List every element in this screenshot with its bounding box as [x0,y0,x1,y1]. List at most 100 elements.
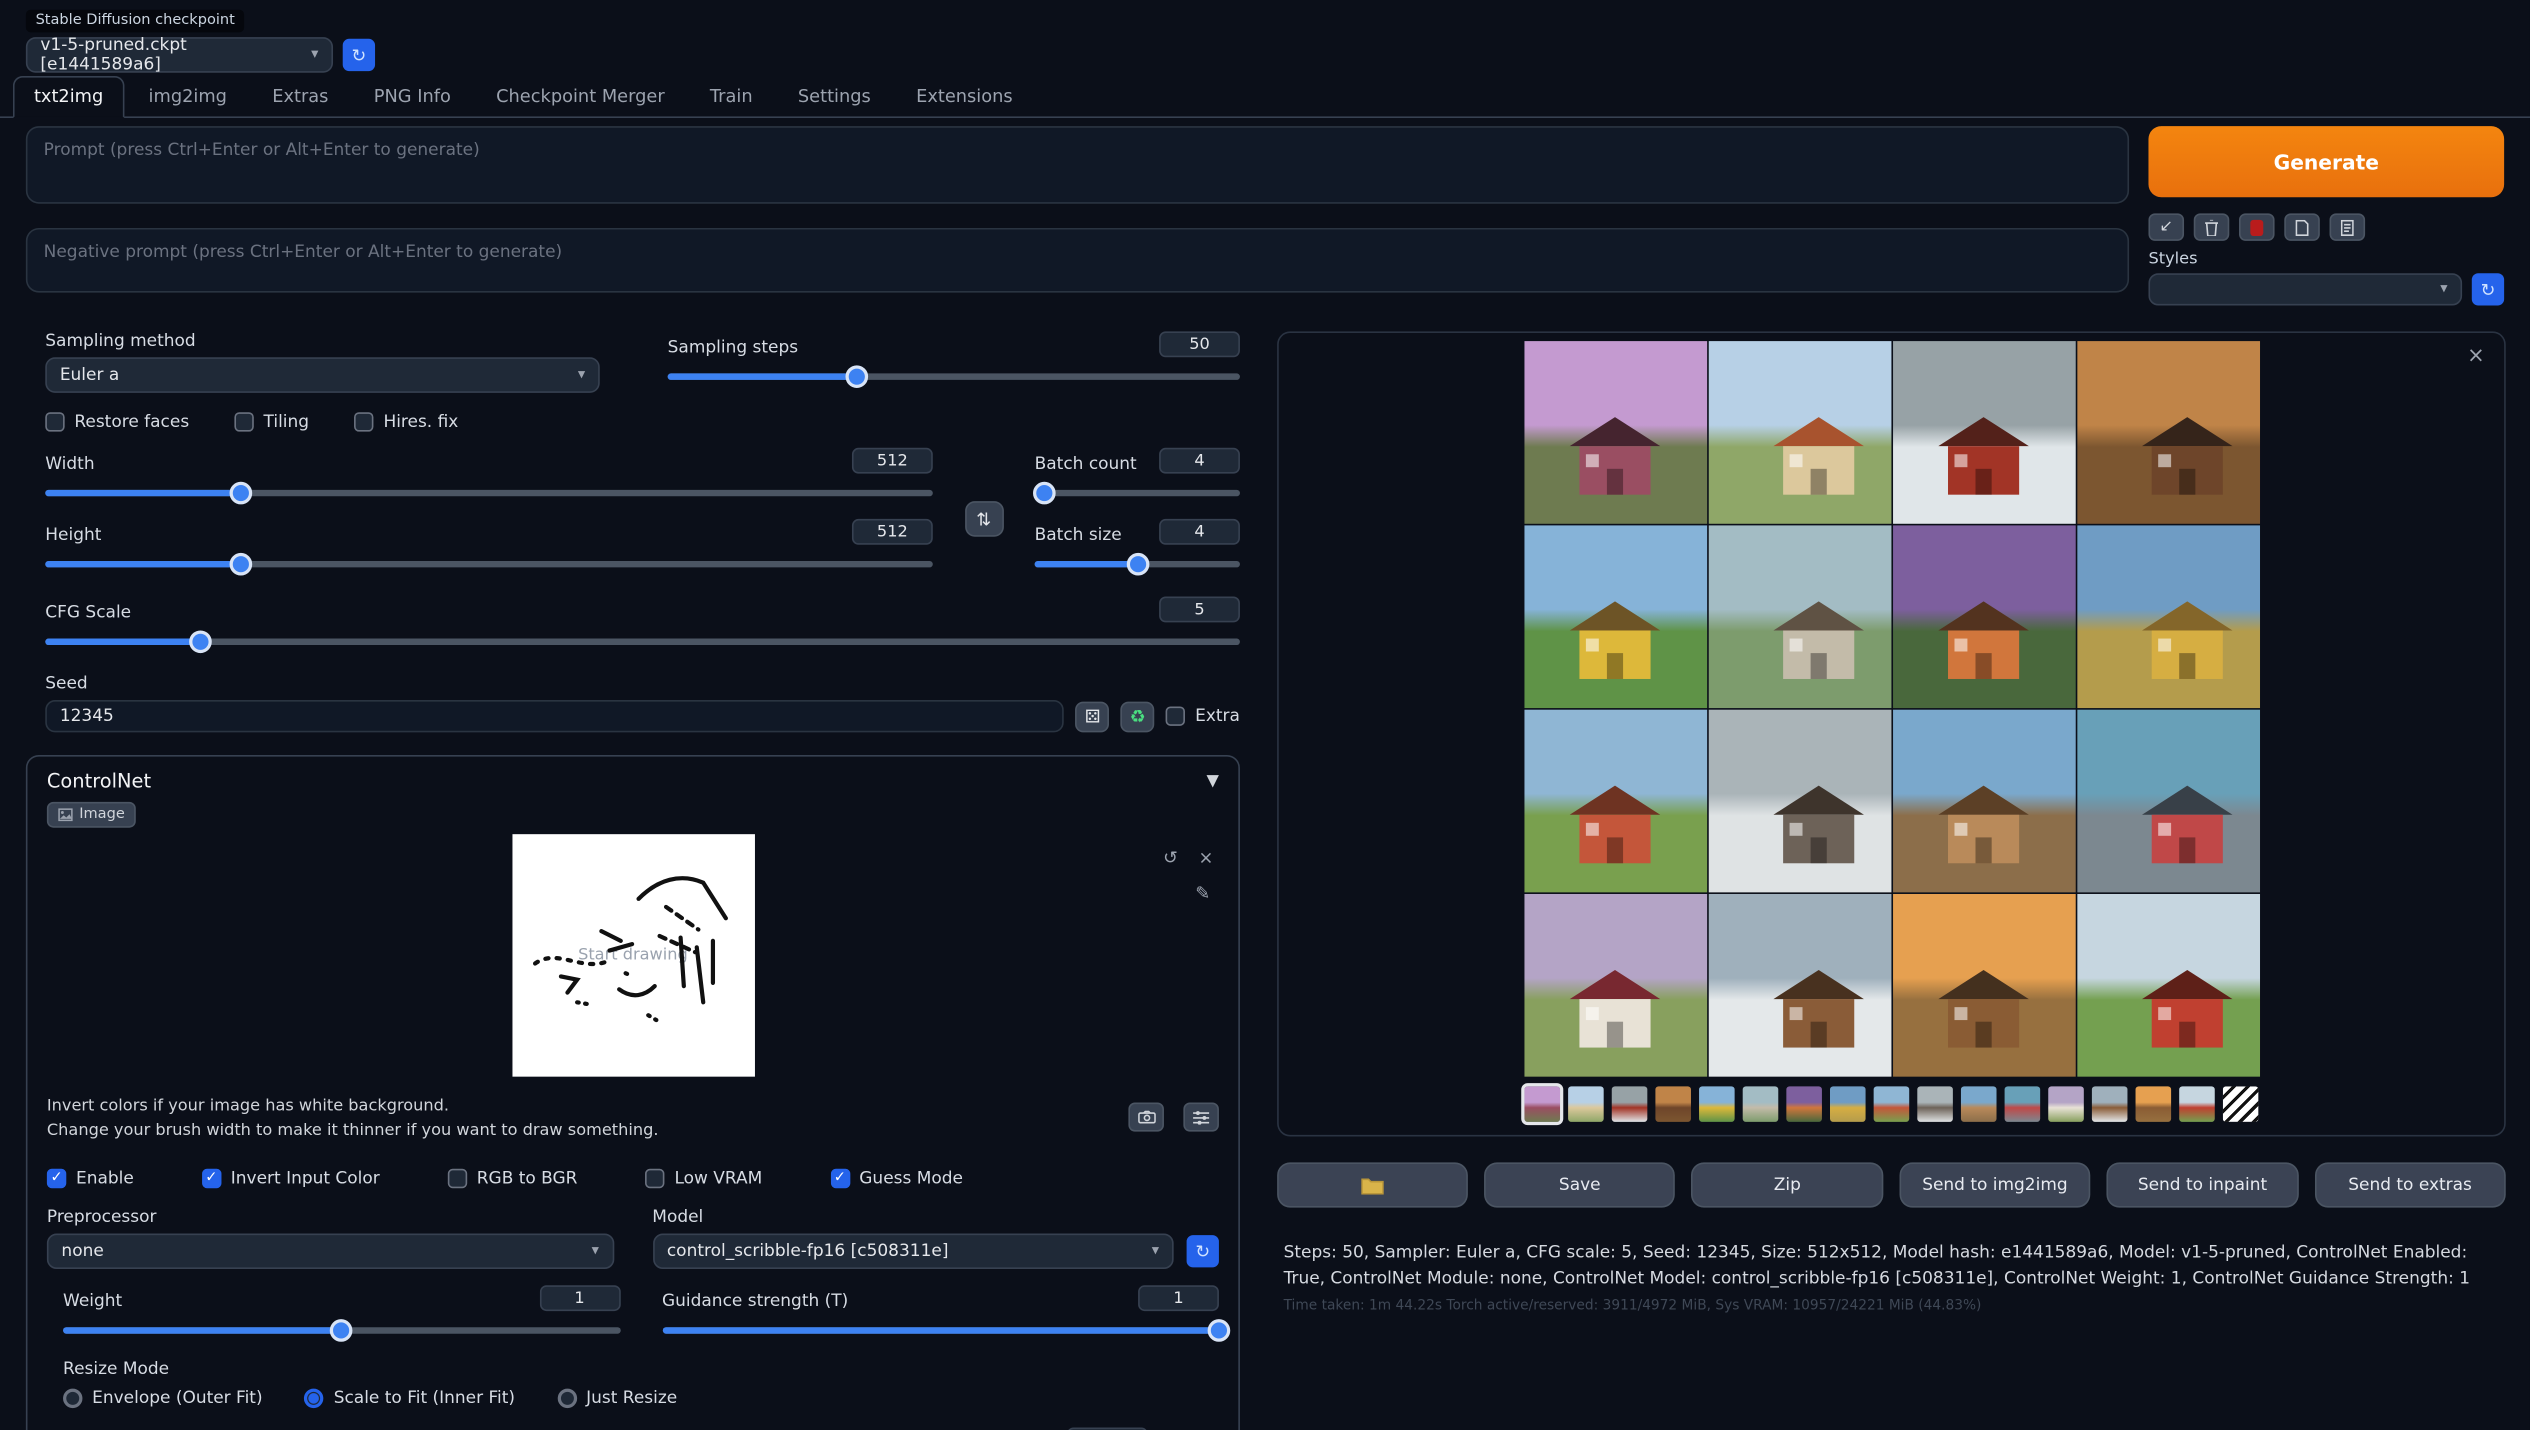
slider-handle[interactable] [1126,553,1149,576]
resize-option-envelope-outer-fit[interactable]: Envelope (Outer Fit) [63,1389,263,1408]
gallery-thumbnail-13[interactable] [2047,1086,2083,1122]
gallery-thumbnail-1[interactable] [1524,1086,1560,1122]
option-tiling-checkbox[interactable]: Tiling [234,412,309,431]
gallery-image-4[interactable] [2077,341,2260,524]
controlnet-image-tab[interactable]: Image [47,802,136,828]
checkbox[interactable] [448,1169,467,1188]
sampling-method-dropdown[interactable]: Euler a ▾ [45,357,599,393]
gallery-thumbnail-8[interactable] [1829,1086,1865,1122]
gallery-image-6[interactable] [1708,525,1891,708]
show-extra-networks-button[interactable] [2239,213,2275,240]
height-slider[interactable] [45,551,933,577]
gallery-image-2[interactable] [1708,341,1891,524]
tab-checkpoint-merger[interactable]: Checkpoint Merger [475,76,686,116]
clear-canvas-button[interactable]: × [1193,844,1219,870]
save-style-button[interactable] [2330,213,2366,240]
option-hires-fix-checkbox[interactable]: Hires. fix [354,412,458,431]
send-to-inpaint-button[interactable]: Send to inpaint [2107,1162,2298,1207]
height-value[interactable]: 512 [852,519,933,545]
zip-button[interactable]: Zip [1692,1162,1883,1207]
gallery-image-13[interactable] [1524,894,1707,1077]
checkbox[interactable] [645,1169,664,1188]
seed-extra-checkbox[interactable]: Extra [1166,706,1240,725]
swap-width-height-button[interactable]: ⇅ [964,501,1003,537]
cfg-scale-value[interactable]: 5 [1159,597,1240,623]
gallery-thumbnail-9[interactable] [1873,1086,1909,1122]
tab-extras[interactable]: Extras [251,76,349,116]
refresh-checkpoint-button[interactable]: ↻ [343,39,375,71]
generate-button[interactable]: Generate [2148,126,2504,197]
checkbox[interactable] [234,412,253,431]
batch-count-value[interactable]: 4 [1159,448,1240,474]
negative-prompt-input[interactable] [26,228,2129,293]
send-to-extras-button[interactable]: Send to extras [2314,1162,2505,1207]
refresh-models-button[interactable]: ↻ [1187,1235,1219,1267]
styles-dropdown[interactable]: ▾ [2148,273,2462,305]
gallery-image-9[interactable] [1524,710,1707,893]
tab-txt2img[interactable]: txt2img [13,76,124,118]
checkpoint-dropdown[interactable]: v1-5-pruned.ckpt [e1441589a6] ▾ [26,37,333,73]
gallery-image-10[interactable] [1708,710,1891,893]
slider-handle[interactable] [229,482,252,505]
cn-rgb-to-bgr-checkbox[interactable]: RGB to BGR [448,1169,578,1188]
slider-handle[interactable] [330,1319,353,1342]
gallery-thumbnail-14[interactable] [2091,1086,2127,1122]
gallery-image-16[interactable] [2077,894,2260,1077]
gallery-image-15[interactable] [1892,894,2075,1077]
gallery-thumbnail-12[interactable] [2004,1086,2040,1122]
checkbox[interactable] [45,412,64,431]
batch-count-slider[interactable] [1035,480,1240,506]
clear-prompt-button[interactable] [2194,213,2230,240]
model-dropdown[interactable]: control_scribble-fp16 [c508311e] ▾ [652,1233,1173,1269]
seed-input[interactable] [45,700,1064,732]
width-slider[interactable] [45,480,933,506]
slider-handle[interactable] [189,630,212,653]
controlnet-draw-canvas[interactable]: Start drawing [512,834,754,1076]
gallery-thumbnail-4[interactable] [1655,1086,1691,1122]
cn-guess-mode-checkbox[interactable]: ✓Guess Mode [830,1169,963,1188]
guidance-strength-value[interactable]: 1 [1138,1285,1219,1311]
sampling-steps-value[interactable]: 50 [1159,331,1240,357]
checkbox[interactable]: ✓ [830,1169,849,1188]
paste-params-button[interactable]: ↙ [2148,213,2184,240]
open-folder-button[interactable] [1277,1162,1468,1207]
draw-mode-button[interactable]: ✎ [1190,879,1216,905]
gallery-thumbnail-3[interactable] [1611,1086,1647,1122]
brush-width-button[interactable] [1183,1103,1219,1132]
gallery-thumbnail-5[interactable] [1698,1086,1734,1122]
reuse-seed-button[interactable]: ♻ [1121,701,1155,732]
cn-invert-input-color-checkbox[interactable]: ✓Invert Input Color [202,1169,380,1188]
checkbox[interactable] [354,412,373,431]
gallery-thumbnail-6[interactable] [1742,1086,1778,1122]
gallery-thumbnail-2[interactable] [1567,1086,1603,1122]
preprocessor-dropdown[interactable]: none ▾ [47,1233,614,1269]
gallery-image-8[interactable] [2077,525,2260,708]
gallery-image-3[interactable] [1892,341,2075,524]
tab-settings[interactable]: Settings [777,76,892,116]
cfg-scale-slider[interactable] [45,629,1240,655]
gallery-image-11[interactable] [1892,710,2075,893]
send-to-img2img-button[interactable]: Send to img2img [1899,1162,2090,1207]
gallery-thumbnail-11[interactable] [1960,1086,1996,1122]
close-gallery-button[interactable]: × [2467,346,2485,367]
webcam-button[interactable] [1128,1103,1164,1132]
gallery-image-12[interactable] [2077,710,2260,893]
slider-handle[interactable] [1034,482,1057,505]
option-restore-faces-checkbox[interactable]: Restore faces [45,412,189,431]
prompt-input[interactable] [26,126,2129,204]
gallery-thumbnail-10[interactable] [1916,1086,1952,1122]
gallery-thumbnail-16[interactable] [2178,1086,2214,1122]
checkbox[interactable]: ✓ [202,1169,221,1188]
width-value[interactable]: 512 [852,448,933,474]
guidance-strength-slider[interactable] [662,1318,1219,1344]
refresh-styles-button[interactable]: ↻ [2472,273,2504,305]
resize-option-scale-to-fit-inner-fit[interactable]: Scale to Fit (Inner Fit) [305,1389,515,1408]
save-button[interactable]: Save [1484,1162,1675,1207]
controlnet-accordion-header[interactable]: ControlNet ▼ [47,770,1219,793]
random-seed-button[interactable]: ⚄ [1076,701,1110,732]
scribble-map-thumbnail[interactable] [2222,1086,2258,1122]
weight-value[interactable]: 1 [539,1285,620,1311]
checkbox[interactable] [1166,706,1185,725]
gallery-image-1[interactable] [1524,341,1707,524]
sampling-steps-slider[interactable] [668,364,1240,390]
